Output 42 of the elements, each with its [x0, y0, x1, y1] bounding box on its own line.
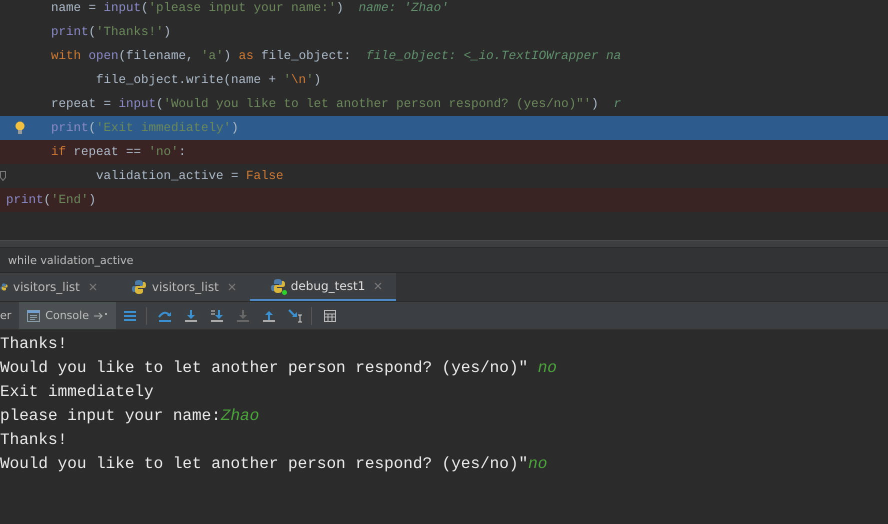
- console-line: Thanks!: [0, 334, 68, 355]
- inlay-hint: name: 'Zhao': [358, 1, 449, 15]
- close-icon[interactable]: [88, 283, 97, 291]
- console-icon: [27, 310, 40, 322]
- python-icon: [270, 278, 286, 294]
- code-line: print('End'): [6, 192, 96, 209]
- code-line: print('Thanks!'): [51, 24, 172, 41]
- run-to-cursor-icon[interactable]: [288, 308, 302, 322]
- pin-icon[interactable]: [94, 312, 108, 320]
- step-into-icon[interactable]: [184, 308, 198, 322]
- code-line: print('Exit immediately'): [51, 120, 239, 137]
- inlay-hint: file_object: <_io.TextIOWrapper na: [366, 49, 622, 63]
- close-icon[interactable]: [374, 282, 382, 290]
- code-line: if repeat == 'no':: [51, 144, 186, 161]
- step-into-my-code-icon[interactable]: [210, 308, 224, 322]
- python-icon: [130, 279, 147, 295]
- code-line: name = input('please input your name:'): [51, 0, 344, 17]
- code-line: file_object.write(name + '\n'): [96, 72, 322, 89]
- console-line: Thanks!: [0, 430, 68, 451]
- console-line: Would you like to let another person respond? (yes/no)"no: [0, 454, 548, 475]
- code-line: validation_active = False: [96, 168, 284, 185]
- fold-icon[interactable]: [0, 171, 6, 181]
- inlay-hint: r: [614, 97, 622, 111]
- calculator-icon[interactable]: [322, 308, 337, 322]
- step-out-icon[interactable]: [262, 308, 276, 322]
- breadcrumb[interactable]: while validation_active: [0, 247, 888, 272]
- console-line: Exit immediately: [0, 382, 155, 403]
- console-line: Would you like to let another person respond? (yes/no)" no: [0, 358, 558, 379]
- tool-tab[interactable]: er: [0, 302, 16, 329]
- tool-tab[interactable]: Console: [19, 302, 116, 329]
- file-tab[interactable]: debug_test1: [250, 273, 396, 301]
- lightbulb-icon[interactable]: [15, 121, 25, 135]
- scrollbar[interactable]: [0, 240, 888, 247]
- force-step-into-icon[interactable]: [236, 308, 250, 322]
- console-line: please input your name:Zhao: [0, 406, 260, 427]
- code-line: with open(filename, 'a') as file_object:: [51, 48, 352, 65]
- menu-icon[interactable]: [122, 308, 137, 322]
- step-over-icon[interactable]: [158, 308, 172, 322]
- file-tab[interactable]: visitors_list: [0, 273, 111, 301]
- close-icon[interactable]: [228, 283, 236, 291]
- file-tab[interactable]: visitors_list: [110, 273, 250, 301]
- code-line: repeat = input('Would you like to let another person respond? (yes/no)"'): [51, 96, 599, 113]
